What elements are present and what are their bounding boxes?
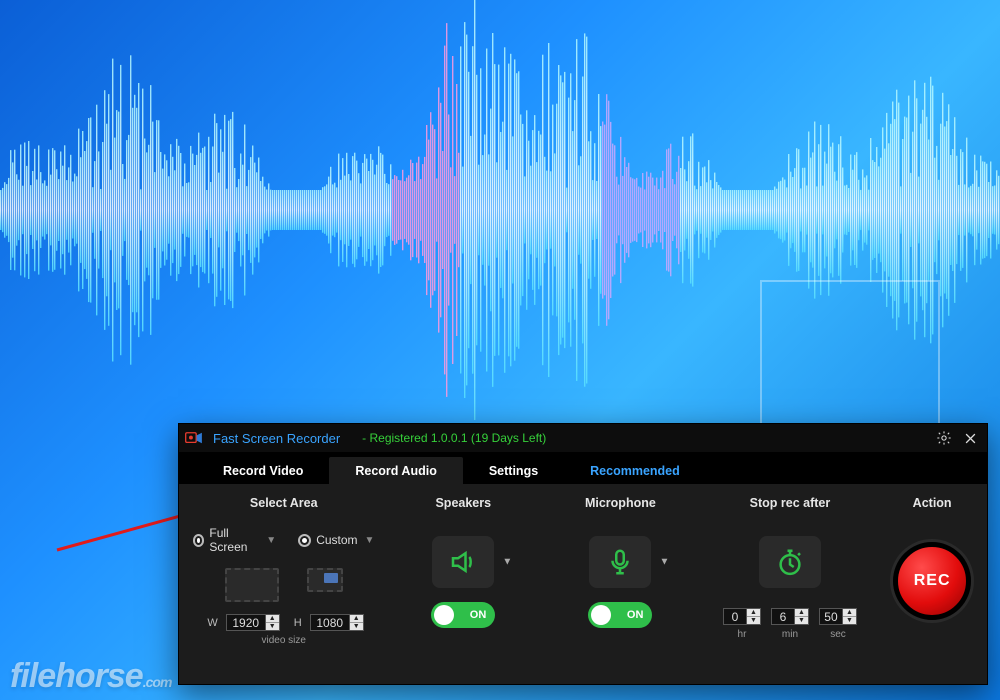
- speakers-toggle-label: ON: [470, 609, 487, 621]
- desktop-background: filehorse.com Fast Screen Recorder - Reg…: [0, 0, 1000, 700]
- stopwatch-icon: [775, 547, 805, 577]
- registration-status: - Registered 1.0.0.1 (19 Days Left): [362, 431, 546, 445]
- microphone-toggle-label: ON: [627, 609, 644, 621]
- section-stop-after: Stop rec after ▲▼ hr: [703, 484, 878, 684]
- height-stepper[interactable]: ▲▼: [310, 614, 364, 631]
- tab-settings[interactable]: Settings: [463, 457, 564, 484]
- speakers-device-button[interactable]: ▼: [432, 536, 494, 588]
- minutes-stepper[interactable]: ▲▼: [771, 608, 809, 625]
- spin-down-icon[interactable]: ▼: [747, 616, 760, 624]
- width-stepper[interactable]: ▲▼: [226, 614, 280, 631]
- microphone-device-button[interactable]: ▼: [589, 536, 651, 588]
- area-thumb-full[interactable]: [225, 568, 279, 602]
- microphone-toggle[interactable]: ON: [588, 602, 652, 628]
- microphone-icon: [605, 547, 635, 577]
- spin-up-icon[interactable]: ▲: [350, 615, 363, 622]
- spin-up-icon[interactable]: ▲: [843, 609, 856, 616]
- app-title: Fast Screen Recorder: [213, 431, 340, 446]
- hours-stepper[interactable]: ▲▼: [723, 608, 761, 625]
- section-select-area: Select Area Full Screen ▼ Custom ▼: [179, 484, 388, 684]
- spin-down-icon[interactable]: ▼: [266, 622, 279, 630]
- section-action: Action REC: [877, 484, 987, 684]
- close-icon[interactable]: [961, 429, 979, 447]
- radio-full-screen[interactable]: Full Screen ▼: [193, 526, 276, 554]
- area-thumb-custom[interactable]: [307, 568, 343, 592]
- tab-record-video[interactable]: Record Video: [197, 457, 329, 484]
- action-heading: Action: [913, 496, 952, 510]
- width-input[interactable]: [227, 615, 265, 630]
- watermark-suffix: .com: [143, 674, 172, 690]
- spin-up-icon[interactable]: ▲: [266, 615, 279, 622]
- tab-record-audio[interactable]: Record Audio: [329, 457, 462, 484]
- tab-recommended[interactable]: Recommended: [564, 457, 706, 484]
- minutes-input[interactable]: [772, 609, 794, 624]
- chevron-down-icon[interactable]: ▼: [266, 535, 276, 546]
- height-input[interactable]: [311, 615, 349, 630]
- speakers-heading: Speakers: [435, 496, 491, 510]
- app-logo-icon: [185, 431, 203, 445]
- microphone-heading: Microphone: [585, 496, 656, 510]
- speakers-toggle[interactable]: ON: [431, 602, 495, 628]
- width-label: W: [204, 617, 218, 629]
- seconds-label: sec: [830, 629, 846, 640]
- section-microphone: Microphone ▼ ON: [538, 484, 703, 684]
- radio-dot-icon: [298, 534, 311, 547]
- chevron-down-icon[interactable]: ▼: [365, 535, 375, 546]
- chevron-down-icon[interactable]: ▼: [659, 557, 669, 568]
- hours-input[interactable]: [724, 609, 746, 624]
- record-button[interactable]: REC: [893, 542, 971, 620]
- waveform-graphic: [0, 0, 1000, 420]
- radio-custom[interactable]: Custom ▼: [298, 533, 374, 547]
- seconds-input[interactable]: [820, 609, 842, 624]
- stop-after-heading: Stop rec after: [750, 496, 831, 510]
- height-label: H: [288, 617, 302, 629]
- watermark-text: filehorse.com: [10, 657, 171, 696]
- chevron-down-icon[interactable]: ▼: [502, 557, 512, 568]
- spin-up-icon[interactable]: ▲: [795, 609, 808, 616]
- timer-icon-button[interactable]: [759, 536, 821, 588]
- spin-down-icon[interactable]: ▼: [350, 622, 363, 630]
- hours-label: hr: [738, 629, 747, 640]
- radio-dot-icon: [193, 534, 204, 547]
- settings-gear-icon[interactable]: [935, 429, 953, 447]
- radio-full-screen-label: Full Screen: [209, 526, 259, 554]
- spin-down-icon[interactable]: ▼: [795, 616, 808, 624]
- seconds-stepper[interactable]: ▲▼: [819, 608, 857, 625]
- app-window: Fast Screen Recorder - Registered 1.0.0.…: [178, 423, 988, 685]
- tab-bar: Record Video Record Audio Settings Recom…: [179, 452, 987, 484]
- record-button-label: REC: [914, 572, 951, 590]
- section-speakers: Speakers ▼ ON: [388, 484, 538, 684]
- title-bar: Fast Screen Recorder - Registered 1.0.0.…: [179, 424, 987, 452]
- radio-custom-label: Custom: [316, 533, 357, 547]
- watermark-name: filehorse: [10, 657, 143, 695]
- spin-up-icon[interactable]: ▲: [747, 609, 760, 616]
- speaker-icon: [448, 547, 478, 577]
- minutes-label: min: [782, 629, 798, 640]
- select-area-heading: Select Area: [250, 496, 318, 510]
- panel-body: Select Area Full Screen ▼ Custom ▼: [179, 484, 987, 684]
- video-size-hint: video size: [261, 635, 305, 646]
- spin-down-icon[interactable]: ▼: [843, 616, 856, 624]
